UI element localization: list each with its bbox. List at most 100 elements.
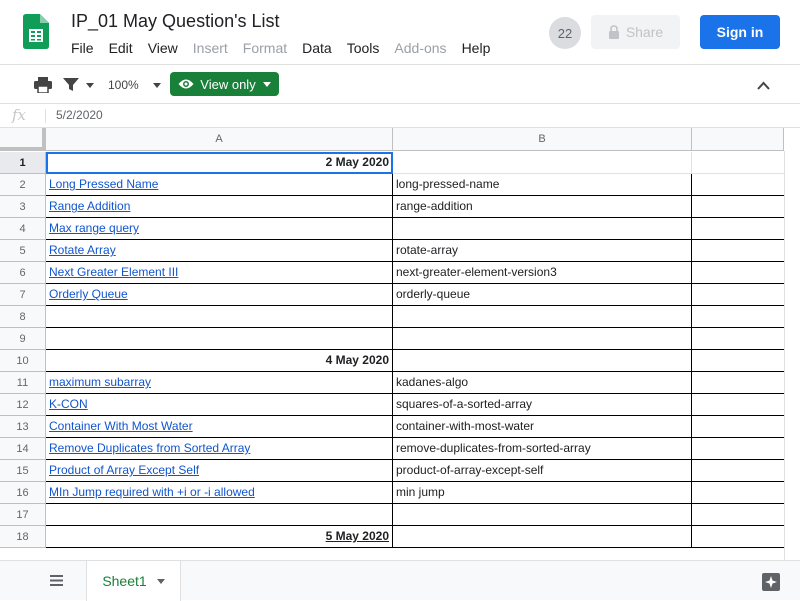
cell-c[interactable] <box>692 482 784 504</box>
row-header[interactable]: 10 <box>0 350 46 372</box>
cell-c[interactable] <box>692 152 784 174</box>
cell-a-link[interactable]: Long Pressed Name <box>46 174 393 196</box>
row-header[interactable]: 4 <box>0 218 46 240</box>
cell-a-link[interactable]: Rotate Array <box>46 240 393 262</box>
cell-c[interactable] <box>692 306 784 328</box>
cell-b[interactable]: orderly-queue <box>393 284 692 306</box>
cell-b[interactable] <box>393 306 692 328</box>
cell-a-link[interactable]: Container With Most Water <box>46 416 393 438</box>
cell-b[interactable]: next-greater-element-version3 <box>393 262 692 284</box>
cell-b[interactable]: squares-of-a-sorted-array <box>393 394 692 416</box>
cell-a[interactable] <box>46 306 393 328</box>
cell-c[interactable] <box>692 416 784 438</box>
cell-c[interactable] <box>692 262 784 284</box>
cell-c[interactable] <box>692 196 784 218</box>
row-header[interactable]: 7 <box>0 284 46 306</box>
cell-a[interactable] <box>46 328 393 350</box>
share-button[interactable]: Share <box>591 15 680 49</box>
cell-c[interactable] <box>692 174 784 196</box>
collapse-menus-button[interactable] <box>757 65 770 105</box>
row-header[interactable]: 12 <box>0 394 46 416</box>
row-header[interactable]: 5 <box>0 240 46 262</box>
cell-c[interactable] <box>692 394 784 416</box>
row-header[interactable]: 15 <box>0 460 46 482</box>
cell-c[interactable] <box>692 218 784 240</box>
select-all-corner[interactable] <box>0 128 46 151</box>
cell-b[interactable] <box>393 218 692 240</box>
cell-a-link[interactable]: Orderly Queue <box>46 284 393 306</box>
row-header[interactable]: 9 <box>0 328 46 350</box>
cell-b[interactable]: remove-duplicates-from-sorted-array <box>393 438 692 460</box>
cell-b[interactable] <box>393 350 692 372</box>
cell-b[interactable] <box>393 152 692 174</box>
cell-a[interactable]: 2 May 2020 <box>46 152 393 174</box>
cell-a-link[interactable]: maximum subarray <box>46 372 393 394</box>
row-header[interactable]: 17 <box>0 504 46 526</box>
row-header[interactable]: 2 <box>0 174 46 196</box>
filter-button[interactable] <box>63 65 94 105</box>
cell-b[interactable]: product-of-array-except-self <box>393 460 692 482</box>
cell-c[interactable] <box>692 372 784 394</box>
row-header[interactable]: 3 <box>0 196 46 218</box>
cell-b[interactable]: container-with-most-water <box>393 416 692 438</box>
vertical-scrollbar[interactable] <box>784 151 800 560</box>
menu-edit[interactable]: Edit <box>109 40 133 56</box>
cell-a-link[interactable]: Max range query <box>46 218 393 240</box>
row-header[interactable]: 1 <box>0 152 46 174</box>
cell-b[interactable] <box>393 504 692 526</box>
cell-c[interactable] <box>692 526 784 548</box>
cell-a-link[interactable]: Next Greater Element III <box>46 262 393 284</box>
print-button[interactable] <box>34 65 52 105</box>
cell-b[interactable] <box>393 328 692 350</box>
column-header-c[interactable] <box>692 128 784 151</box>
spreadsheet-grid[interactable]: A B 12 May 2020 2 Long Pressed Name long-pr… <box>0 128 800 560</box>
cell-b[interactable] <box>393 526 692 548</box>
cell-c[interactable] <box>692 350 784 372</box>
cell-a-link[interactable]: Remove Duplicates from Sorted Array <box>46 438 393 460</box>
cell-a-link[interactable]: K-CON <box>46 394 393 416</box>
column-header-a[interactable]: A <box>46 128 393 151</box>
cell-b[interactable]: rotate-array <box>393 240 692 262</box>
viewer-count-avatar[interactable]: 22 <box>549 17 581 49</box>
menu-addons[interactable]: Add-ons <box>394 40 446 56</box>
cell-a[interactable] <box>46 504 393 526</box>
formula-value[interactable]: 5/2/2020 <box>56 108 103 122</box>
menu-data[interactable]: Data <box>302 40 332 56</box>
sign-in-button[interactable]: Sign in <box>700 15 780 49</box>
sheets-logo-icon[interactable] <box>23 14 49 49</box>
cell-b[interactable]: min jump <box>393 482 692 504</box>
sheet-tab[interactable]: Sheet1 <box>86 561 181 601</box>
row-header[interactable]: 6 <box>0 262 46 284</box>
row-header[interactable]: 14 <box>0 438 46 460</box>
cell-b[interactable]: range-addition <box>393 196 692 218</box>
cell-a-link[interactable]: Range Addition <box>46 196 393 218</box>
cell-a-link[interactable]: Product of Array Except Self <box>46 460 393 482</box>
menu-help[interactable]: Help <box>462 40 491 56</box>
row-header[interactable]: 18 <box>0 526 46 548</box>
menu-file[interactable]: File <box>71 40 94 56</box>
cell-c[interactable] <box>692 328 784 350</box>
cell-b[interactable]: long-pressed-name <box>393 174 692 196</box>
chevron-down-icon[interactable] <box>156 578 165 584</box>
menu-tools[interactable]: Tools <box>347 40 380 56</box>
row-header[interactable]: 11 <box>0 372 46 394</box>
row-header[interactable]: 8 <box>0 306 46 328</box>
cell-c[interactable] <box>692 438 784 460</box>
explore-icon[interactable] <box>762 573 780 591</box>
view-only-button[interactable]: View only <box>170 72 279 96</box>
cell-a[interactable]: 5 May 2020 <box>46 526 393 548</box>
menu-format[interactable]: Format <box>243 40 287 56</box>
cell-c[interactable] <box>692 460 784 482</box>
cell-b[interactable]: kadanes-algo <box>393 372 692 394</box>
row-header[interactable]: 13 <box>0 416 46 438</box>
column-header-b[interactable]: B <box>393 128 692 151</box>
all-sheets-menu-icon[interactable] <box>50 575 63 586</box>
menu-view[interactable]: View <box>148 40 178 56</box>
document-title[interactable]: IP_01 May Question's List <box>71 11 280 32</box>
cell-c[interactable] <box>692 240 784 262</box>
cell-c[interactable] <box>692 504 784 526</box>
menu-insert[interactable]: Insert <box>193 40 228 56</box>
row-header[interactable]: 16 <box>0 482 46 504</box>
zoom-select[interactable]: 100% <box>108 65 161 105</box>
cell-a-link[interactable]: MIn Jump required with +i or -i allowed <box>46 482 393 504</box>
